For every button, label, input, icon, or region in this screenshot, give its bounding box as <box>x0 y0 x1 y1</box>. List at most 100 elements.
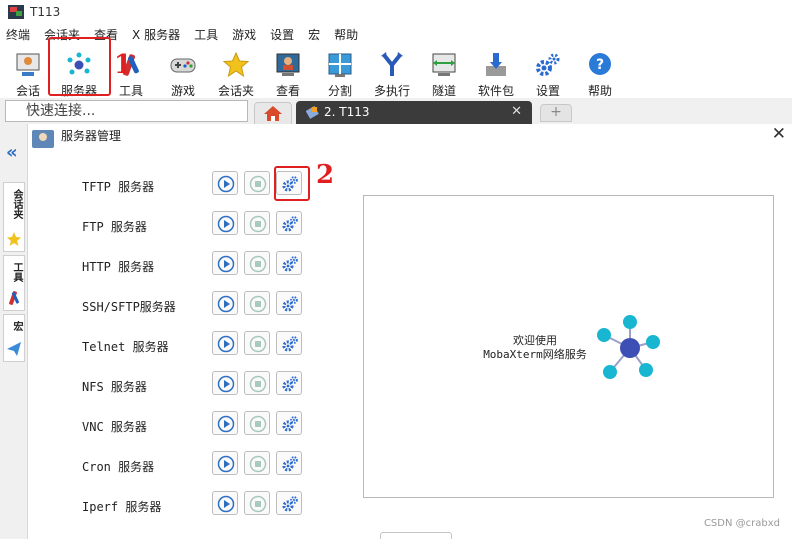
panel-bottom-button[interactable] <box>380 532 452 539</box>
server-settings-button[interactable] <box>276 451 302 475</box>
server-row: NFS 服务器 <box>28 371 328 401</box>
tools-icon <box>9 291 20 305</box>
star-icon <box>7 232 21 246</box>
server-settings-button[interactable] <box>276 371 302 395</box>
server-settings-button[interactable] <box>276 411 302 435</box>
tunnel-icon <box>429 50 459 80</box>
stop-server-button[interactable] <box>244 451 270 475</box>
session-tab[interactable]: 2. T113 ✕ <box>296 101 532 124</box>
session-tab-close-icon[interactable]: ✕ <box>511 101 522 123</box>
toolbar: 会话 服务器 工具 游戏 会话夹 查看 分割 多执行 隧道 软件包 设置 ? 帮… <box>0 37 792 98</box>
panel-header: 服务器管理 ✕ <box>28 124 792 148</box>
start-server-button[interactable] <box>212 411 238 435</box>
server-label: FTP 服务器 <box>82 220 147 234</box>
stop-server-button[interactable] <box>244 411 270 435</box>
toolbar-help-button[interactable]: ? 帮助 <box>574 48 626 98</box>
split-icon <box>325 50 355 80</box>
toolbar-tunnel-button[interactable]: 隧道 <box>418 48 470 98</box>
menu-games[interactable]: 游戏 <box>232 26 256 43</box>
start-server-button[interactable] <box>212 491 238 515</box>
toolbar-multiexec-label: 多执行 <box>373 84 410 98</box>
toolbar-view-button[interactable]: 查看 <box>262 48 314 98</box>
home-icon <box>264 106 282 121</box>
sidebar-tab-tools[interactable]: 工具 <box>3 255 25 311</box>
server-row: Telnet 服务器 <box>28 331 328 361</box>
toolbar-games-button[interactable]: 游戏 <box>157 48 209 98</box>
menu-terminal[interactable]: 终端 <box>6 26 30 43</box>
server-settings-button[interactable] <box>276 251 302 275</box>
welcome-line-2: MobaXterm网络服务 <box>483 348 587 361</box>
start-server-button[interactable] <box>212 211 238 235</box>
stop-server-button[interactable] <box>244 171 270 195</box>
server-label: TFTP 服务器 <box>82 180 155 194</box>
multiexec-icon <box>377 50 407 80</box>
server-settings-button[interactable] <box>276 291 302 315</box>
toolbar-sessions-button[interactable]: 会话夹 <box>210 48 262 98</box>
menu-bar: 终端 会话夹 查看 X 服务器 工具 游戏 设置 宏 帮助 <box>0 24 792 44</box>
stop-server-button[interactable] <box>244 211 270 235</box>
server-label: Telnet 服务器 <box>82 340 169 354</box>
annotation-box-servers <box>48 37 111 96</box>
toolbar-settings-label: 设置 <box>535 84 560 98</box>
toolbar-settings-button[interactable]: 设置 <box>522 48 574 98</box>
stop-server-button[interactable] <box>244 371 270 395</box>
stop-server-button[interactable] <box>244 331 270 355</box>
server-row: Iperf 服务器 <box>28 491 328 521</box>
quick-connect-input[interactable]: 快速连接... <box>5 100 248 122</box>
panel-title: 服务器管理 <box>61 129 122 143</box>
home-tab[interactable] <box>254 102 292 124</box>
sidebar-tab-macros[interactable]: 宏 <box>3 314 25 362</box>
server-management-panel: 服务器管理 ✕ TFTP 服务器 FTP 服务器 HTTP 服务器 SSH/SFTP服… <box>28 124 792 539</box>
tab-row: 快速连接... 2. T113 ✕ + <box>0 98 792 124</box>
toolbar-help-label: 帮助 <box>587 84 612 98</box>
server-settings-button[interactable] <box>276 331 302 355</box>
annotation-box-tftp-settings <box>274 166 310 201</box>
server-label: NFS 服务器 <box>82 380 147 394</box>
start-server-button[interactable] <box>212 451 238 475</box>
collapse-sidebar-icon[interactable]: « <box>6 142 18 163</box>
server-settings-button[interactable] <box>276 491 302 515</box>
panel-close-icon[interactable]: ✕ <box>772 124 786 144</box>
send-icon <box>7 342 21 356</box>
server-label: Cron 服务器 <box>82 460 155 474</box>
start-server-button[interactable] <box>212 371 238 395</box>
session-icon <box>13 50 43 80</box>
menu-macros[interactable]: 宏 <box>308 26 320 43</box>
toolbar-session-button[interactable]: 会话 <box>2 48 54 98</box>
stop-server-button[interactable] <box>244 491 270 515</box>
stop-server-button[interactable] <box>244 251 270 275</box>
start-server-button[interactable] <box>212 171 238 195</box>
server-label: HTTP 服务器 <box>82 260 155 274</box>
sidebar-tab-sessions[interactable]: 会话夹 <box>3 182 25 252</box>
start-server-button[interactable] <box>212 251 238 275</box>
toolbar-split-label: 分割 <box>327 84 352 98</box>
start-server-button[interactable] <box>212 291 238 315</box>
toolbar-packages-button[interactable]: 软件包 <box>470 48 522 98</box>
server-row: Cron 服务器 <box>28 451 328 481</box>
app-logo-icon <box>8 5 24 19</box>
menu-tools[interactable]: 工具 <box>194 26 218 43</box>
server-row: VNC 服务器 <box>28 411 328 441</box>
toolbar-packages-label: 软件包 <box>477 84 514 98</box>
toolbar-split-button[interactable]: 分割 <box>314 48 366 98</box>
annotation-step-2: 2 <box>316 160 335 190</box>
menu-help[interactable]: 帮助 <box>334 26 358 43</box>
server-settings-button[interactable] <box>276 211 302 235</box>
games-icon <box>168 50 198 80</box>
toolbar-multiexec-button[interactable]: 多执行 <box>366 48 418 98</box>
svg-text:?: ? <box>596 57 604 73</box>
server-row: FTP 服务器 <box>28 211 328 241</box>
new-tab-button[interactable]: + <box>540 104 572 122</box>
folder-user-icon <box>32 130 54 148</box>
view-icon <box>273 50 303 80</box>
sidebar-tab-macros-label: 宏 <box>11 321 22 331</box>
help-icon: ? <box>585 50 615 80</box>
start-server-button[interactable] <box>212 331 238 355</box>
server-row: HTTP 服务器 <box>28 251 328 281</box>
menu-settings[interactable]: 设置 <box>270 26 294 43</box>
server-label: Iperf 服务器 <box>82 500 162 514</box>
server-label: VNC 服务器 <box>82 420 147 434</box>
session-tab-label: 2. T113 <box>324 105 370 119</box>
stop-server-button[interactable] <box>244 291 270 315</box>
menu-xserver[interactable]: X 服务器 <box>132 26 180 43</box>
